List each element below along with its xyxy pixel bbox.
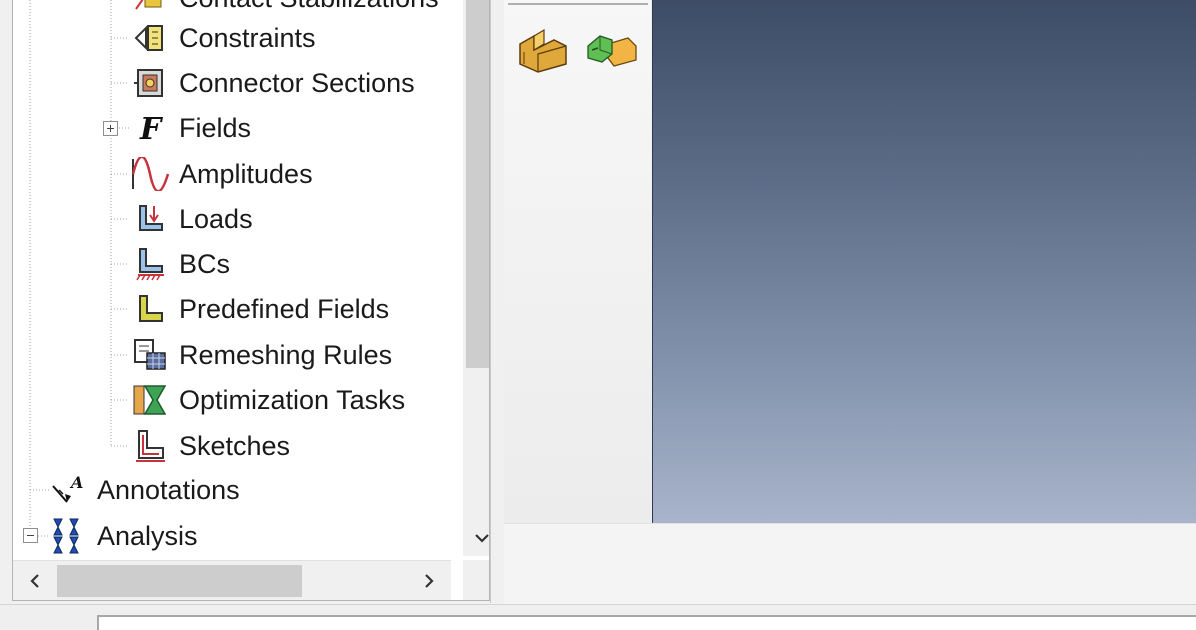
chevron-down-icon [474,534,489,543]
tree-item-label: Connector Sections [179,67,415,98]
scrollbar-corner [463,560,489,600]
tree-item-label: Analysis [97,520,198,551]
scroll-down-button[interactable] [463,520,489,556]
tree-item-constraints[interactable]: Constraints [129,18,316,58]
tree-item-label: Remeshing Rules [179,339,393,370]
tree-item-label: Predefined Fields [179,293,390,324]
tree-item-analysis[interactable]: Analysis [47,516,198,556]
tree-item-remeshing-rules[interactable]: Remeshing Rules [129,335,392,375]
vertical-scroll-thumb[interactable] [466,0,489,368]
amplitudes-icon [129,154,171,194]
tree-horizontal-scrollbar[interactable] [13,560,451,600]
tree-item-optimization-tasks[interactable]: Optimization Tasks [129,380,405,420]
constraints-icon [129,18,171,58]
part-manager-icon [587,35,637,67]
tree-item-label: BCs [179,248,231,279]
tree-item-label: Sketches [179,430,291,461]
model-tree: Contact Stabilizations Constraints [12,0,490,601]
horizontal-scroll-thumb[interactable] [57,565,302,597]
tree-item-label: Fields [179,112,252,143]
loads-icon [129,199,171,239]
tree-item-label: Loads [179,203,253,234]
tree-item-contact-stabilizations[interactable]: Contact Stabilizations [129,0,439,18]
tree-item-bcs[interactable]: BCs [129,244,230,284]
scroll-right-button[interactable] [411,561,447,600]
analysis-icon [47,516,89,556]
bcs-icon [129,244,171,284]
chevron-left-icon [30,574,39,588]
viewport-lower-area [504,523,1196,604]
optimization-tasks-icon [129,380,171,420]
connector-sections-icon [129,63,171,103]
contact-stabilization-icon [129,0,171,18]
part-manager-button[interactable] [580,20,640,78]
model-tree-panel: Contact Stabilizations Constraints [0,0,491,603]
sketches-icon [129,426,171,466]
tree-item-annotations[interactable]: A Annotations [47,470,240,510]
tree-item-label: Amplitudes [179,158,313,189]
fields-icon: F [129,108,171,148]
tree-item-predefined-fields[interactable]: Predefined Fields [129,289,389,329]
svg-text:A: A [69,473,83,492]
tree-item-loads[interactable]: Loads [129,199,253,239]
tree-item-sketches[interactable]: Sketches [129,426,290,466]
tree-item-amplitudes[interactable]: Amplitudes [129,154,313,194]
tree-item-label: Optimization Tasks [179,384,406,415]
chevron-right-icon [425,574,434,588]
tree-item-connector-sections[interactable]: Connector Sections [129,63,415,103]
tree-item-label: Contact Stabilizations [179,0,439,14]
tree-item-fields[interactable]: F Fields [129,108,251,148]
fields-expand-toggle[interactable] [103,121,118,136]
tree-item-label: Constraints [179,22,316,53]
predefined-fields-icon [129,289,171,329]
graphics-viewport[interactable] [652,0,1196,523]
module-toolbox [504,0,651,523]
toolbox-separator [508,3,648,5]
create-part-icon [519,28,567,73]
svg-text:F: F [139,112,164,145]
create-part-button[interactable] [512,20,572,78]
remeshing-rules-icon [129,335,171,375]
annotations-icon: A [47,470,89,510]
analysis-collapse-toggle[interactable] [23,528,38,543]
scroll-left-button[interactable] [17,561,53,600]
tree-vertical-scrollbar[interactable] [463,0,489,556]
tree-item-label: Annotations [97,474,240,505]
